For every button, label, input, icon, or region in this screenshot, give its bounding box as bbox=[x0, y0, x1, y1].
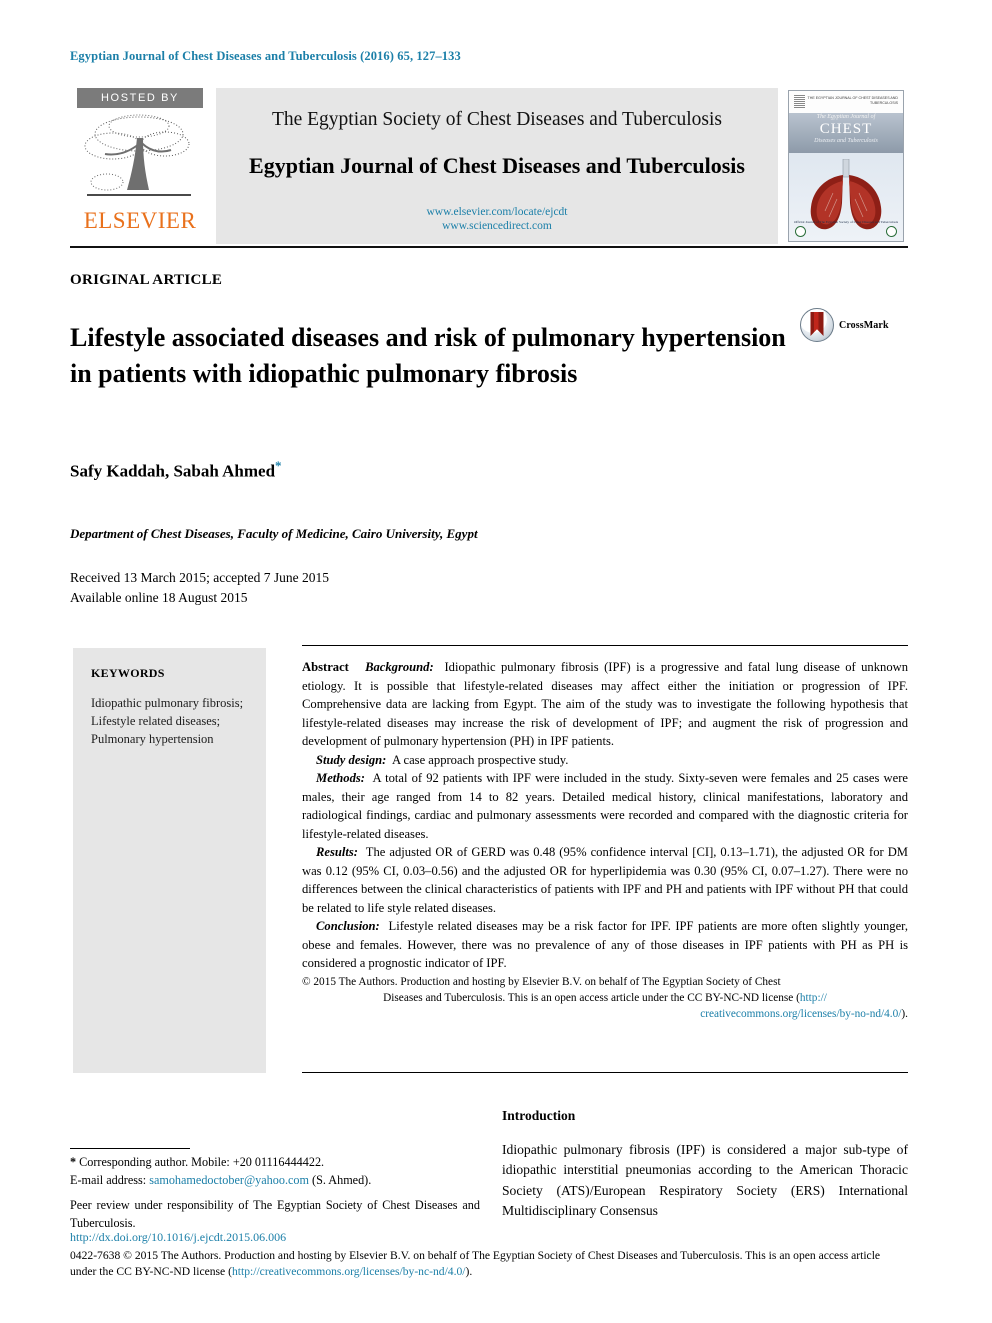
cc-license-link-part1[interactable]: http:// bbox=[800, 992, 827, 1004]
conclusion-label: Conclusion: bbox=[316, 919, 380, 933]
url-sciencedirect-link[interactable]: www.sciencedirect.com bbox=[426, 219, 567, 233]
study-design-label: Study design: bbox=[316, 752, 387, 767]
abstract-study-design: Study design: A case approach prospectiv… bbox=[302, 751, 908, 770]
abstract-copyright: © 2015 The Authors. Production and hosti… bbox=[302, 974, 908, 1022]
keywords-panel: KEYWORDS Idiopathic pulmonary fibrosis; … bbox=[73, 648, 266, 1073]
cover-badge-right-icon bbox=[886, 226, 897, 237]
conclusion-text: Lifestyle related diseases may be a risk… bbox=[302, 919, 908, 970]
email-label: E-mail address: bbox=[70, 1172, 147, 1187]
copyright-line-3: creativecommons.org/licenses/by-no-nd/4.… bbox=[302, 1006, 908, 1022]
methods-text: A total of 92 patients with IPF were inc… bbox=[302, 771, 908, 841]
article-type-label: ORIGINAL ARTICLE bbox=[70, 272, 223, 288]
copyright-line-2: Diseases and Tuberculosis. This is an op… bbox=[302, 990, 908, 1006]
abstract-background: Abstract Background: Idiopathic pulmonar… bbox=[302, 658, 908, 751]
journal-banner: HOSTED BY ELSEVIER The Egyptian Society … bbox=[70, 88, 908, 244]
page-title: Lifestyle associated diseases and risk o… bbox=[70, 323, 786, 388]
journal-title-panel: The Egyptian Society of Chest Diseases a… bbox=[216, 88, 778, 244]
legal-post-text: ). bbox=[465, 1265, 473, 1279]
abstract-conclusion: Conclusion: Lifestyle related diseases m… bbox=[302, 917, 908, 973]
corresponding-author-marker: * bbox=[275, 458, 282, 473]
crossmark-label: CrossMark bbox=[839, 319, 889, 331]
introduction-heading: Introduction bbox=[502, 1108, 576, 1123]
background-label: Background: bbox=[365, 660, 434, 674]
footnotes-block: * Corresponding author. Mobile: +20 0111… bbox=[70, 1154, 480, 1232]
keywords-heading: KEYWORDS bbox=[91, 666, 165, 680]
elsevier-tree-icon bbox=[77, 110, 203, 208]
asterisk-icon: * bbox=[70, 1155, 77, 1169]
abstract-rule-top bbox=[302, 645, 908, 646]
corresponding-author-note: * Corresponding author. Mobile: +20 0111… bbox=[70, 1154, 480, 1172]
affiliation: Department of Chest Diseases, Faculty of… bbox=[70, 526, 478, 541]
copyright-line-1: © 2015 The Authors. Production and hosti… bbox=[302, 975, 781, 988]
author-names: Safy Kaddah, Sabah Ahmed bbox=[70, 461, 276, 481]
copyright-tail: ). bbox=[901, 1007, 908, 1020]
footnote-divider bbox=[70, 1148, 190, 1149]
abstract-heading: Abstract bbox=[302, 660, 349, 674]
introduction-text: Idiopathic pulmonary fibrosis (IPF) is c… bbox=[502, 1142, 908, 1219]
crossmark-badge[interactable]: CrossMark bbox=[800, 308, 889, 342]
author-list: Safy Kaddah, Sabah Ahmed* bbox=[70, 458, 282, 482]
results-label: Results: bbox=[316, 845, 358, 859]
received-date: Received 13 March 2015; accepted 7 June … bbox=[70, 570, 330, 585]
peer-review-note: Peer review under responsibility of The … bbox=[70, 1198, 480, 1230]
cover-badge-left-icon bbox=[795, 226, 806, 237]
article-page: Egyptian Journal of Chest Diseases and T… bbox=[0, 0, 992, 1323]
abstract-methods: Methods: A total of 92 patients with IPF… bbox=[302, 769, 908, 843]
keywords-list: Idiopathic pulmonary fibrosis; Lifestyle… bbox=[91, 695, 252, 748]
abstract-results: Results: The adjusted OR of GERD was 0.4… bbox=[302, 843, 908, 917]
keyword-item: Pulmonary hypertension bbox=[91, 731, 214, 746]
email-suffix: (S. Ahmed). bbox=[312, 1172, 372, 1187]
cover-brand-text: THE EGYPTIAN JOURNAL OF CHEST DISEASES A… bbox=[807, 96, 898, 105]
cover-line-2: CHEST bbox=[819, 121, 873, 137]
url-locate-link[interactable]: www.elsevier.com/locate/ejcdt bbox=[426, 205, 567, 219]
cover-footer-text: Official Journal of The Egyptian Society… bbox=[793, 219, 899, 224]
legal-license-link[interactable]: http://creativecommons.org/licenses/by-n… bbox=[232, 1265, 466, 1278]
email-link[interactable]: samohamedoctober@yahoo.com bbox=[149, 1173, 309, 1187]
cc-license-link-part2[interactable]: creativecommons.org/licenses/by-no-nd/4.… bbox=[700, 1008, 901, 1020]
study-design-text: A case approach prospective study. bbox=[391, 752, 569, 767]
hosted-by-tag: HOSTED BY bbox=[77, 88, 203, 108]
keyword-item: Idiopathic pulmonary fibrosis; bbox=[91, 696, 244, 710]
elsevier-wordmark: ELSEVIER bbox=[83, 208, 197, 233]
corresponding-author-text: Corresponding author. Mobile: +20 011164… bbox=[79, 1155, 325, 1169]
copyright-line-2-text: Diseases and Tuberculosis. This is an op… bbox=[383, 991, 800, 1004]
journal-cover-block: THE EGYPTIAN JOURNAL OF CHEST DISEASES A… bbox=[784, 88, 908, 244]
publication-dates: Received 13 March 2015; accepted 7 June … bbox=[70, 568, 329, 607]
cover-line-1: The Egyptian Journal of bbox=[816, 114, 876, 120]
legal-notice: 0422-7638 © 2015 The Authors. Production… bbox=[70, 1248, 908, 1281]
journal-name: Egyptian Journal of Chest Diseases and T… bbox=[249, 152, 745, 178]
results-text: The adjusted OR of GERD was 0.48 (95% co… bbox=[302, 845, 908, 915]
doi-link[interactable]: http://dx.doi.org/10.1016/j.ejcdt.2015.0… bbox=[70, 1230, 286, 1245]
legal-pre-text: 0422-7638 © 2015 The Authors. Production… bbox=[70, 1249, 881, 1279]
email-note: E-mail address: samohamedoctober@yahoo.c… bbox=[70, 1172, 480, 1190]
publisher-block: HOSTED BY ELSEVIER bbox=[70, 88, 210, 244]
banner-divider bbox=[70, 246, 908, 248]
journal-urls: www.elsevier.com/locate/ejcdt www.scienc… bbox=[426, 205, 567, 234]
society-name: The Egyptian Society of Chest Diseases a… bbox=[271, 108, 723, 130]
crossmark-icon bbox=[800, 308, 834, 342]
journal-cover-thumbnail: THE EGYPTIAN JOURNAL OF CHEST DISEASES A… bbox=[788, 90, 904, 242]
available-online-date: Available online 18 August 2015 bbox=[70, 589, 248, 605]
methods-label: Methods: bbox=[316, 771, 365, 785]
doi-url[interactable]: http://dx.doi.org/10.1016/j.ejcdt.2015.0… bbox=[70, 1230, 286, 1244]
abstract-block: Abstract Background: Idiopathic pulmonar… bbox=[302, 658, 908, 1022]
lungs-illustration-icon bbox=[803, 158, 889, 240]
abstract-rule-bottom bbox=[302, 1072, 908, 1073]
cover-line-3: Diseases and Tuberculosis bbox=[814, 138, 878, 144]
keyword-item: Lifestyle related diseases; bbox=[91, 713, 221, 728]
running-head: Egyptian Journal of Chest Diseases and T… bbox=[70, 49, 461, 63]
